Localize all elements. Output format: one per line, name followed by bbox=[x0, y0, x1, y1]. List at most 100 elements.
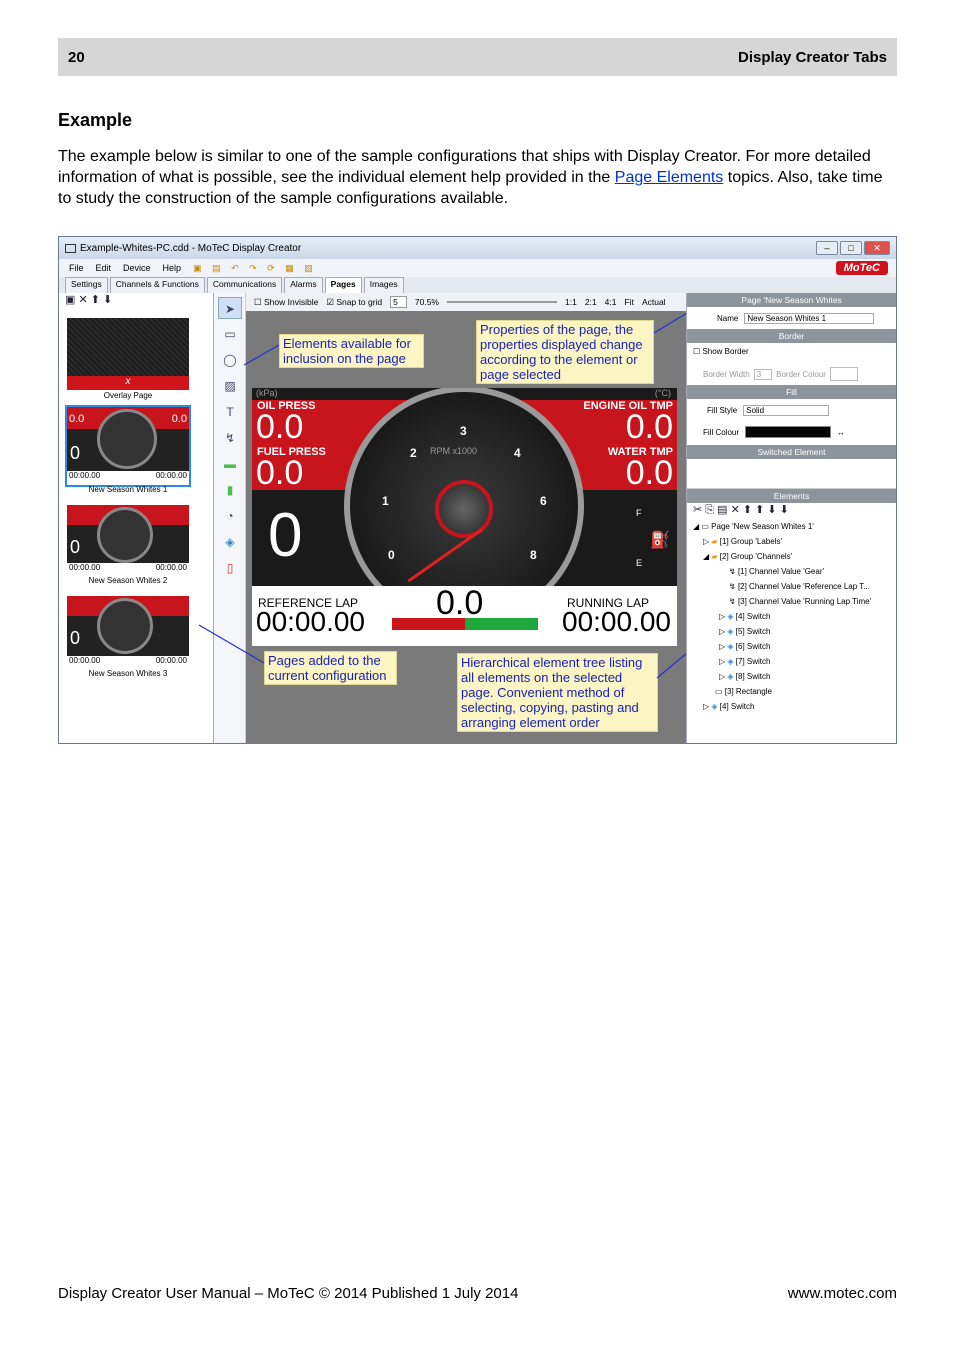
tree-item[interactable]: ◢ ▭ Page 'New Season Whites 1' bbox=[693, 519, 896, 534]
bar-tool-icon[interactable]: ▬ bbox=[218, 453, 242, 475]
switch-tool-icon[interactable]: ◈ bbox=[218, 531, 242, 553]
window-icon bbox=[65, 243, 76, 253]
image-tool-icon[interactable]: ▨ bbox=[218, 375, 242, 397]
tree-item[interactable]: ▷ ◈ [4] Switch bbox=[693, 699, 896, 714]
fill-style-label: Fill Style bbox=[707, 405, 738, 415]
page-header: 20 Display Creator Tabs bbox=[58, 38, 897, 76]
zoom-actual[interactable]: Actual bbox=[642, 297, 666, 307]
tree-item[interactable]: ▷ ◈ [7] Switch bbox=[693, 654, 896, 669]
vbar-tool-icon[interactable]: ▮ bbox=[218, 479, 242, 501]
tab-settings[interactable]: Settings bbox=[65, 277, 108, 293]
name-field[interactable]: New Season Whites 1 bbox=[744, 312, 875, 324]
delta-bar-red bbox=[392, 618, 465, 630]
tick-1: 1 bbox=[382, 494, 389, 508]
thumb-gear: 0 bbox=[70, 443, 81, 463]
snap-checkbox[interactable]: ☑ Snap to grid bbox=[326, 297, 382, 308]
tick-8: 8 bbox=[530, 548, 537, 562]
section-title: Display Creator Tabs bbox=[738, 48, 887, 66]
tree-item[interactable]: ▷ ◈ [4] Switch bbox=[693, 609, 896, 624]
gauge-tool-icon[interactable]: ◔ bbox=[218, 505, 242, 527]
menu-file[interactable]: File bbox=[69, 263, 84, 273]
page-number: 20 bbox=[68, 48, 85, 66]
page-props-header[interactable]: Page 'New Season Whites bbox=[687, 293, 896, 307]
unit-kpa: (kPa) bbox=[256, 388, 278, 398]
tree-item[interactable]: ▭ [3] Rectangle bbox=[693, 684, 896, 699]
gauge-hub bbox=[435, 480, 493, 538]
alarm-tool-icon[interactable]: ▯ bbox=[218, 557, 242, 579]
tab-communications[interactable]: Communications bbox=[206, 277, 283, 293]
page-label-overlay: Overlay Page bbox=[103, 391, 153, 400]
border-width-label: Border Width bbox=[703, 369, 750, 379]
switched-list[interactable] bbox=[687, 459, 896, 489]
border-width-field[interactable]: 3 bbox=[753, 368, 773, 380]
page-thumb-3[interactable]: 0 00:00.00 00:00.00 bbox=[67, 596, 189, 668]
border-header[interactable]: Border bbox=[687, 329, 896, 343]
show-invisible-checkbox[interactable]: ☐ Show Invisible bbox=[254, 297, 318, 308]
thumb-time: 00:00.00 bbox=[69, 471, 101, 480]
tree-item[interactable]: ↯ [1] Channel Value 'Gear' bbox=[693, 564, 896, 579]
tab-pages[interactable]: Pages bbox=[324, 277, 362, 293]
tree-item[interactable]: ▷ ◈ [5] Switch bbox=[693, 624, 896, 639]
switched-header[interactable]: Switched Element bbox=[687, 445, 896, 459]
tree-item[interactable]: ▷ ◈ [8] Switch bbox=[693, 669, 896, 684]
note-tree: Hierarchical element tree listing all el… bbox=[457, 653, 658, 732]
canvas-toolbar: ☐ Show Invisible ☑ Snap to grid 5 70.5% … bbox=[246, 293, 686, 311]
rectangle-tool-icon[interactable]: ▭ bbox=[218, 323, 242, 345]
page-thumb-1[interactable]: 0.0 0.0 0 00:00.00 00:00.00 bbox=[65, 405, 191, 487]
tree-item[interactable]: ↯ [3] Channel Value 'Running Lap Time' bbox=[693, 594, 896, 609]
tick-3: 3 bbox=[460, 424, 467, 438]
zoom-2-1[interactable]: 2:1 bbox=[585, 297, 597, 307]
zoom-fit[interactable]: Fit bbox=[624, 297, 633, 307]
menu-device[interactable]: Device bbox=[123, 263, 151, 273]
page-thumb-2[interactable]: 0 00:00.00 00:00.00 bbox=[67, 505, 189, 575]
tick-2: 2 bbox=[410, 446, 417, 460]
elements-header[interactable]: Elements bbox=[687, 489, 896, 503]
zoom-1-1[interactable]: 1:1 bbox=[565, 297, 577, 307]
text-tool-icon[interactable]: T bbox=[218, 401, 242, 423]
dashboard-preview: (kPa) (°C) OIL PRESS 0.0 FUEL PRESS 0.0 … bbox=[252, 388, 677, 646]
name-label: Name bbox=[717, 313, 739, 323]
fill-colour-swatch[interactable] bbox=[745, 426, 832, 438]
page-thumb-overlay[interactable]: x bbox=[67, 318, 189, 390]
element-tree: ◢ ▭ Page 'New Season Whites 1' ▷ ▰ [1] G… bbox=[687, 519, 896, 714]
border-colour-swatch[interactable] bbox=[829, 367, 858, 381]
tree-item[interactable]: ◢ ▰ [2] Group 'Channels' bbox=[693, 549, 896, 564]
tab-channels[interactable]: Channels & Functions bbox=[109, 277, 205, 293]
maximize-button[interactable]: □ bbox=[840, 241, 862, 255]
close-button[interactable]: ✕ bbox=[864, 241, 890, 255]
fuel-pump-icon: ⛽ bbox=[650, 532, 670, 549]
note-pages: Pages added to the current configuration bbox=[264, 651, 397, 685]
snap-value[interactable]: 5 bbox=[390, 296, 407, 308]
element-toolbox: ➤ ▭ ◯ ▨ T ↯ ▬ ▮ ◔ ◈ ▯ bbox=[214, 293, 246, 743]
fill-style-select[interactable]: Solid bbox=[743, 404, 830, 416]
fill-header[interactable]: Fill bbox=[687, 385, 896, 399]
zoom-value: 70.5% bbox=[414, 297, 439, 307]
thumb-gear: 0 bbox=[70, 628, 81, 648]
border-colour-label: Border Colour bbox=[776, 369, 826, 379]
tick-0: 0 bbox=[388, 548, 395, 562]
tree-item[interactable]: ▷ ▰ [1] Group 'Labels' bbox=[693, 534, 896, 549]
toolbar-icons[interactable]: ▣ ▤ ↶ ↷ ⟳ ▦ ▧ bbox=[193, 263, 317, 274]
channel-value-tool-icon[interactable]: ↯ bbox=[218, 427, 242, 449]
tab-images[interactable]: Images bbox=[363, 277, 404, 293]
tree-toolbar[interactable]: ✂ ⎘ ▤ ✕ ⬆ ⬆ ⬇ ⬇ bbox=[687, 503, 896, 519]
overlay-x: x bbox=[67, 376, 189, 390]
tree-item[interactable]: ↯ [2] Channel Value 'Reference Lap T... bbox=[693, 579, 896, 594]
ellipse-tool-icon[interactable]: ◯ bbox=[218, 349, 242, 371]
engine-oil-value: 0.0 bbox=[625, 408, 673, 446]
zoom-slider[interactable] bbox=[447, 301, 557, 303]
swap-icon[interactable]: ↔ bbox=[837, 428, 845, 437]
pointer-tool-icon[interactable]: ➤ bbox=[218, 297, 242, 319]
show-border-checkbox[interactable]: ☐ Show Border bbox=[687, 343, 896, 363]
menu-edit[interactable]: Edit bbox=[96, 263, 112, 273]
page-elements-link[interactable]: Page Elements bbox=[615, 169, 724, 186]
tick-6: 6 bbox=[540, 494, 547, 508]
running-lap-time: 00:00.00 bbox=[562, 606, 671, 637]
pages-toolbar[interactable]: ▣ ✕ ⬆ ⬇ bbox=[59, 293, 213, 309]
tree-item[interactable]: ▷ ◈ [6] Switch bbox=[693, 639, 896, 654]
zoom-4-1[interactable]: 4:1 bbox=[605, 297, 617, 307]
menu-help[interactable]: Help bbox=[163, 263, 182, 273]
minimize-button[interactable]: – bbox=[816, 241, 838, 255]
tab-alarms[interactable]: Alarms bbox=[284, 277, 323, 293]
pages-panel: ▣ ✕ ⬆ ⬇ x Overlay Page 0.0 0.0 0 00:00.0… bbox=[59, 293, 214, 743]
